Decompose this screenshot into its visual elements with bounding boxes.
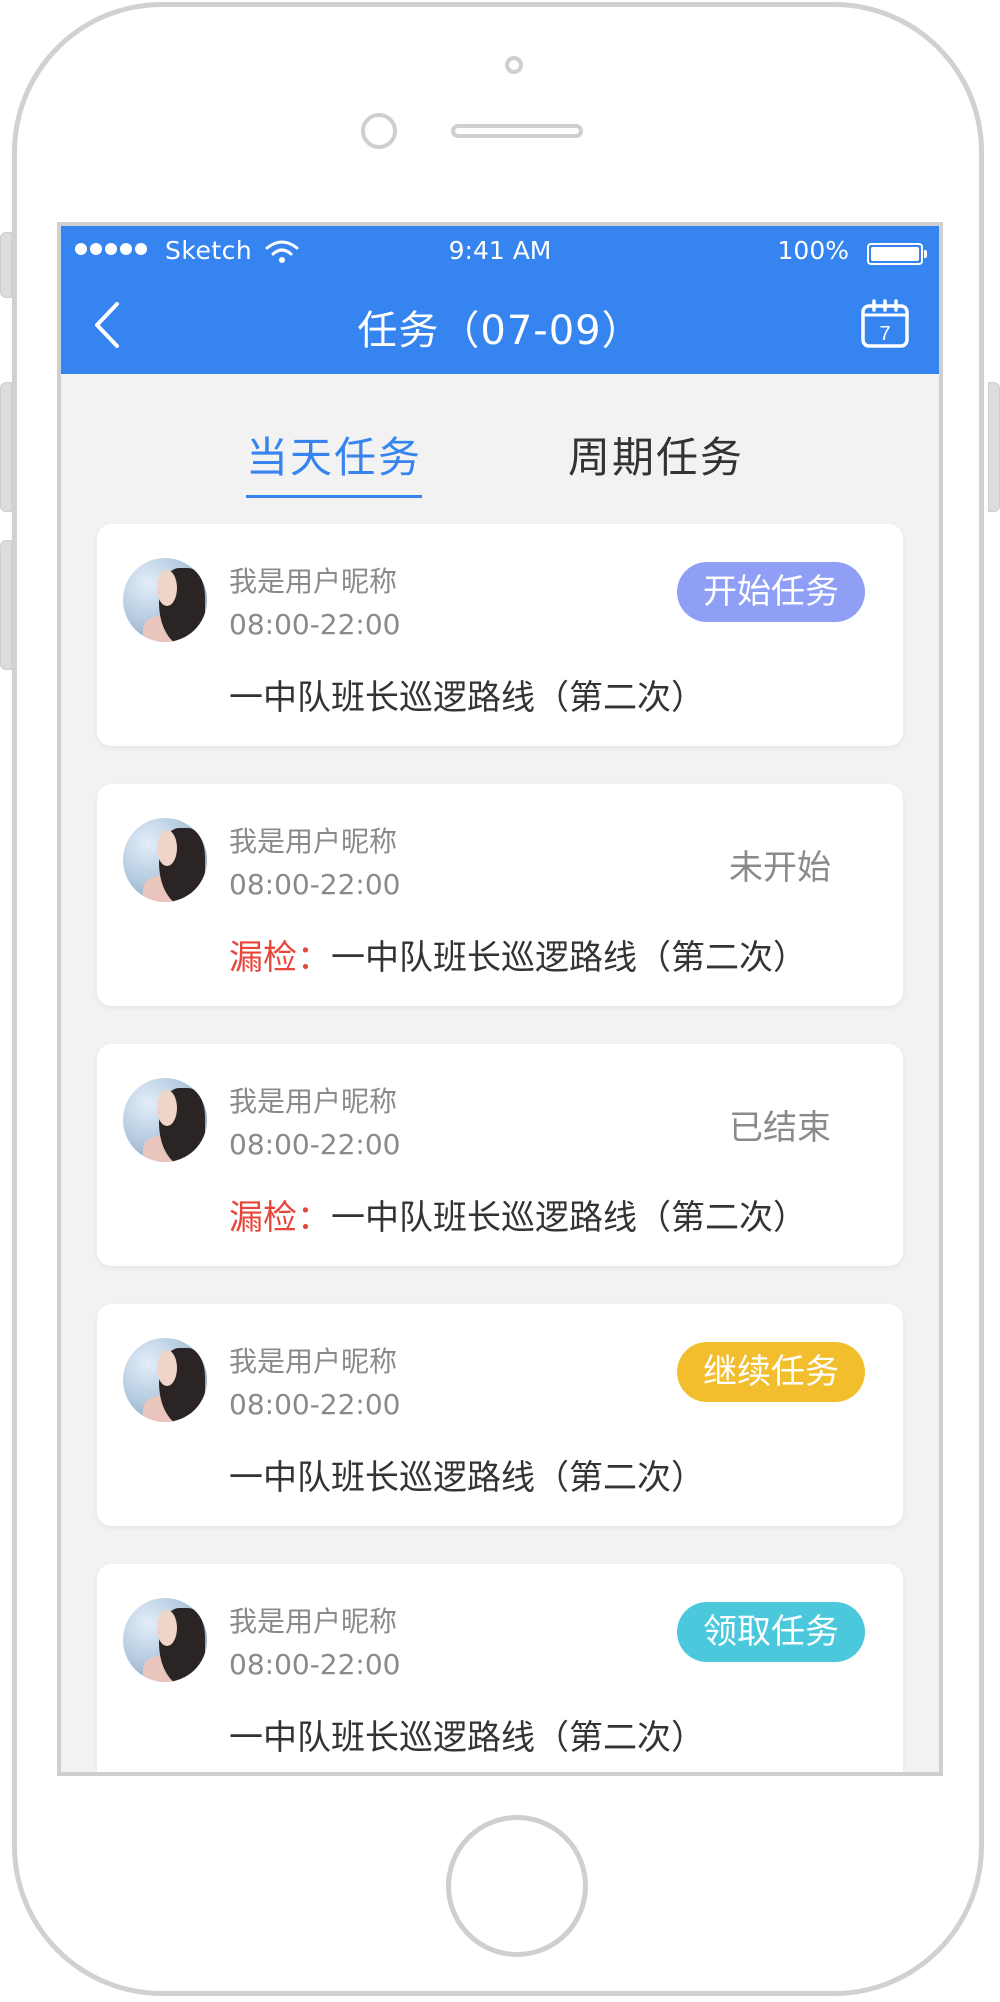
task-time-range: 08:00-22:00 (229, 868, 401, 901)
task-route: 漏检：一中队班长巡逻路线（第二次） (229, 1190, 807, 1239)
avatar (123, 558, 207, 642)
home-button (446, 1815, 588, 1957)
app-screen: Sketch 9:41 AM 100% 任务（07-09） 7 当天任务 周期任… (57, 222, 943, 1776)
mute-switch (0, 232, 12, 298)
tab-periodic-tasks[interactable]: 周期任务 (568, 424, 744, 485)
route-name: 一中队班长巡逻路线（第二次） (331, 1198, 807, 1238)
task-card[interactable]: 我是用户昵称 08:00-22:00 漏检：一中队班长巡逻路线（第二次） 已结束 (97, 1044, 903, 1266)
route-name: 一中队班长巡逻路线（第二次） (229, 1718, 705, 1758)
calendar-day: 7 (879, 323, 890, 345)
volume-up-button (0, 382, 12, 512)
page-title: 任务（07-09） (357, 308, 643, 354)
battery-icon (867, 243, 927, 265)
route-name: 一中队班长巡逻路线（第二次） (331, 938, 807, 978)
user-nickname: 我是用户昵称 (229, 565, 398, 598)
user-nickname: 我是用户昵称 (229, 1345, 398, 1378)
task-route: 一中队班长巡逻路线（第二次） (229, 1710, 705, 1759)
status-bar: Sketch 9:41 AM 100% (61, 226, 939, 274)
earpiece-speaker (451, 124, 583, 138)
task-action-button[interactable]: 继续任务 (677, 1342, 865, 1402)
missed-check-label: 漏检： (229, 938, 331, 978)
nav-bar: 任务（07-09） 7 (61, 274, 939, 374)
task-action-button[interactable]: 领取任务 (677, 1602, 865, 1662)
task-tabs: 当天任务 周期任务 (61, 374, 939, 498)
missed-check-label: 漏检： (229, 1198, 331, 1238)
calendar-icon[interactable]: 7 (859, 298, 911, 350)
task-status: 未开始 (729, 848, 831, 888)
task-route: 漏检：一中队班长巡逻路线（第二次） (229, 930, 807, 979)
avatar (123, 1598, 207, 1682)
task-route: 一中队班长巡逻路线（第二次） (229, 1450, 705, 1499)
power-button (988, 382, 1000, 512)
avatar (123, 818, 207, 902)
avatar (123, 1078, 207, 1162)
user-nickname: 我是用户昵称 (229, 1605, 398, 1638)
task-time-range: 08:00-22:00 (229, 1388, 401, 1421)
front-camera (505, 56, 523, 74)
proximity-sensor (361, 113, 397, 149)
volume-down-button (0, 540, 12, 670)
route-name: 一中队班长巡逻路线（第二次） (229, 1458, 705, 1498)
route-name: 一中队班长巡逻路线（第二次） (229, 678, 705, 718)
task-card[interactable]: 我是用户昵称 08:00-22:00 一中队班长巡逻路线（第二次） 继续任务 (97, 1304, 903, 1526)
task-route: 一中队班长巡逻路线（第二次） (229, 670, 705, 719)
tab-daily-tasks[interactable]: 当天任务 (246, 424, 423, 498)
task-status: 已结束 (729, 1108, 831, 1148)
avatar (123, 1338, 207, 1422)
task-time-range: 08:00-22:00 (229, 1648, 401, 1681)
task-card[interactable]: 我是用户昵称 08:00-22:00 一中队班长巡逻路线（第二次） 开始任务 (97, 524, 903, 746)
user-nickname: 我是用户昵称 (229, 825, 398, 858)
task-action-button[interactable]: 开始任务 (677, 562, 865, 622)
battery-percentage: 100% (777, 236, 849, 265)
user-nickname: 我是用户昵称 (229, 1085, 398, 1118)
task-time-range: 08:00-22:00 (229, 1128, 401, 1161)
app-header: Sketch 9:41 AM 100% 任务（07-09） 7 (61, 226, 939, 374)
task-card[interactable]: 我是用户昵称 08:00-22:00 一中队班长巡逻路线（第二次） 领取任务 (97, 1564, 903, 1772)
task-card[interactable]: 我是用户昵称 08:00-22:00 漏检：一中队班长巡逻路线（第二次） 未开始 (97, 784, 903, 1006)
task-time-range: 08:00-22:00 (229, 608, 401, 641)
